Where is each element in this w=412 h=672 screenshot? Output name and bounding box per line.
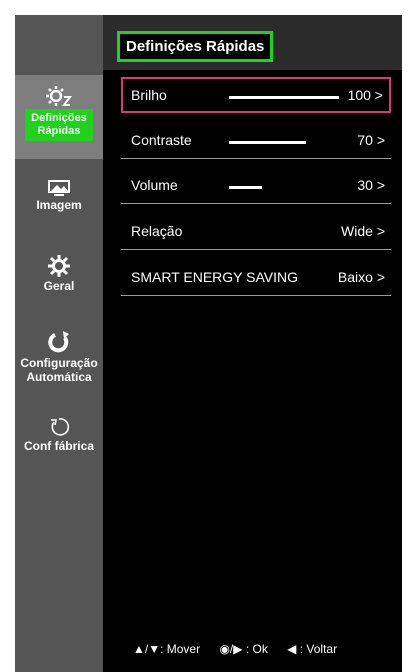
sidebar-item-auto-config[interactable]: Configuração Automática [15,330,103,390]
osd-header: Definições Rápidas [103,15,402,70]
gear-icon [48,255,70,277]
sidebar-item-label: Configuração Automática [20,356,98,384]
divider [121,249,391,250]
auto-config-icon [48,331,69,353]
key-hints: ▲/▼: Mover ◉/▶ : Ok ◀ : Voltar [133,642,353,656]
contrast-row[interactable]: Contraste 70 > [121,122,391,159]
row-label: Volume [131,177,178,193]
divider [121,203,391,204]
row-value: 70 > [357,132,385,148]
row-label: Contraste [131,132,192,148]
sidebar-item-label: Conf fábrica [23,439,94,453]
smart-energy-saving-row[interactable]: SMART ENERGY SAVING Baixo > [121,259,391,296]
row-value: 100 > [347,87,383,103]
reset-icon [51,418,70,436]
row-label: Brilho [131,87,167,103]
brightness-row[interactable]: Brilho 100 > [121,77,391,113]
contrast-slider-bar[interactable] [229,141,306,144]
sidebar-item-label: Definições Rápidas [25,109,93,141]
sidebar-item-general[interactable]: Geral [15,255,103,299]
divider [121,295,391,296]
volume-slider-bar[interactable] [229,186,262,189]
sidebar-item-quick-settings[interactable]: Definições Rápidas [15,75,103,159]
aspect-ratio-row[interactable]: Relação Wide > [121,213,391,250]
row-value: 30 > [357,177,385,193]
divider [121,158,391,159]
back-hint: ◀ : Voltar [287,642,338,656]
quick-settings-icon [46,86,72,106]
sidebar-item-label: Imagem [36,198,82,212]
volume-row[interactable]: Volume 30 > [121,167,391,204]
row-label: SMART ENERGY SAVING [131,269,299,285]
move-hint: ▲/▼: Mover [133,642,201,656]
brightness-slider-bar[interactable] [229,96,339,99]
osd-panel: Definições Rápidas Definições Rápidas Im… [15,15,402,672]
picture-icon [48,180,70,196]
sidebar-item-picture[interactable]: Imagem [15,180,103,220]
ok-hint: ◉/▶ : Ok [219,642,268,656]
row-value: Baixo > [337,269,385,285]
sidebar-item-label: Geral [43,279,75,293]
row-label: Relação [131,223,183,239]
osd-sidebar: Definições Rápidas Imagem Geral Configur… [15,15,103,672]
row-value: Wide > [341,223,385,239]
page-title: Definições Rápidas [117,31,274,62]
settings-list: Brilho 100 > Contraste 70 > Volume 30 > … [103,70,402,672]
sidebar-item-factory-reset[interactable]: Conf fábrica [15,417,103,457]
